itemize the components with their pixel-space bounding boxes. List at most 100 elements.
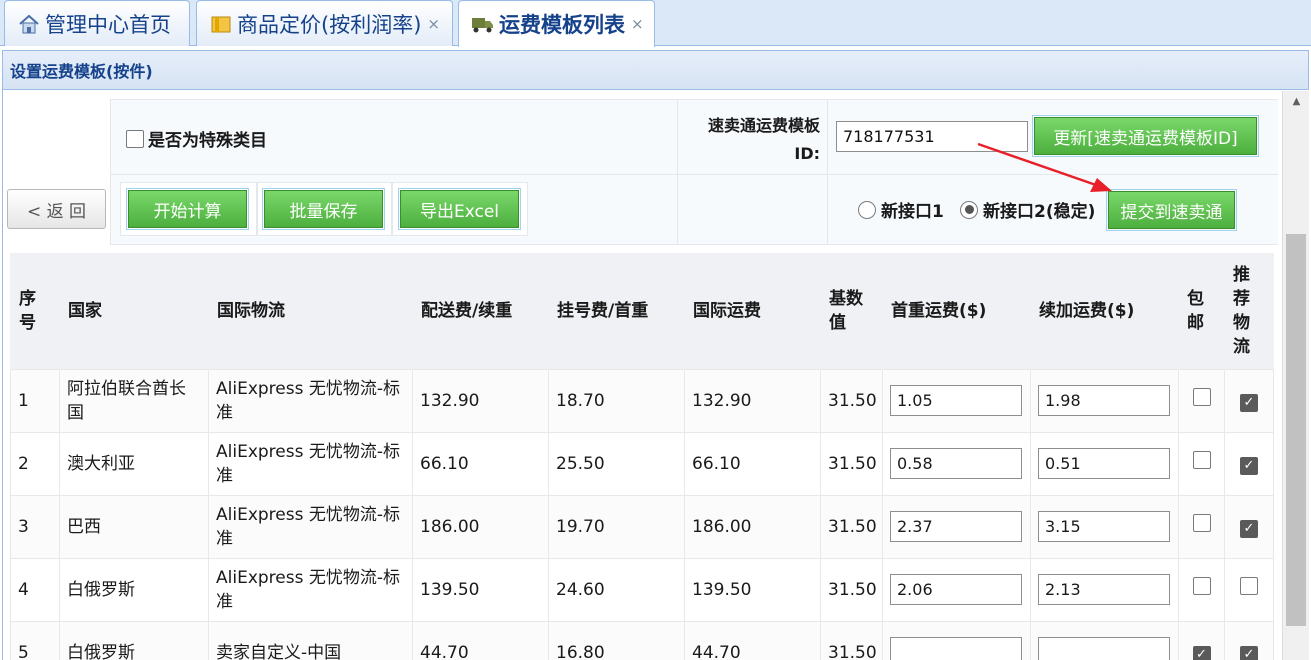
cell-delivery-fee: 139.50: [412, 557, 549, 622]
table-header-row: 序号 国家 国际物流 配送费/续重 挂号费/首重 国际运费 基数值 首重运费($…: [10, 253, 1274, 369]
batch-save-button[interactable]: 批量保存: [262, 188, 385, 230]
template-id-label-line1: 速卖通运费模板: [707, 116, 820, 135]
cell-register-fee: 16.80: [548, 620, 685, 660]
tab-shipping-templates[interactable]: 运费模板列表 ×: [458, 0, 655, 47]
template-id-value: 718177531: [843, 127, 935, 146]
radio-api1-label: 新接口1: [881, 202, 944, 222]
first-weight-input[interactable]: [890, 637, 1022, 660]
extra-weight-input[interactable]: 3.15: [1038, 511, 1170, 542]
header-country: 国家: [59, 253, 209, 369]
free-ship-checkbox[interactable]: ✓: [1192, 645, 1211, 660]
header-register-fee: 挂号费/首重: [548, 253, 685, 369]
cell-register-fee: 18.70: [548, 368, 685, 433]
cell-delivery-fee: 66.10: [412, 431, 549, 496]
radio-api1-circle[interactable]: [858, 200, 876, 219]
radio-api2[interactable]: 新接口2(稳定): [960, 197, 1095, 222]
cell-intl-fee: 44.70: [684, 620, 821, 660]
shipping-fee-table: 序号 国家 国际物流 配送费/续重 挂号费/首重 国际运费 基数值 首重运费($…: [10, 253, 1274, 660]
first-weight-input[interactable]: 0.58: [890, 448, 1022, 479]
table-row: 2 澳大利亚 AliExpress 无忧物流-标准 66.10 25.50 66…: [10, 431, 1274, 496]
tab-shipping-templates-label: 运费模板列表: [499, 13, 625, 37]
cell-country: 阿拉伯联合酋长国: [59, 368, 209, 433]
extra-weight-input[interactable]: 2.13: [1038, 574, 1170, 605]
vertical-scrollbar[interactable]: ▲: [1282, 91, 1309, 660]
cell-index: 1: [10, 368, 60, 433]
cell-intl-fee: 186.00: [684, 494, 821, 559]
close-icon[interactable]: ×: [427, 15, 440, 33]
cell-logistics: AliExpress 无忧物流-标准: [208, 431, 413, 496]
header-intl-fee: 国际运费: [684, 253, 821, 369]
special-category-checkbox[interactable]: 是否为特殊类目: [126, 126, 267, 151]
extra-weight-input[interactable]: [1038, 637, 1170, 660]
table-row: 1 阿拉伯联合酋长国 AliExpress 无忧物流-标准 132.90 18.…: [10, 368, 1274, 433]
recommend-checkbox[interactable]: ✓: [1240, 393, 1258, 412]
special-category-box[interactable]: [126, 129, 144, 148]
header-logistics: 国际物流: [208, 253, 413, 369]
template-id-label-line2: ID:: [794, 144, 820, 163]
recommend-checkbox[interactable]: ✓: [1240, 456, 1258, 475]
cell-register-fee: 24.60: [548, 557, 685, 622]
cell-index: 2: [10, 431, 60, 496]
header-index: 序号: [10, 253, 60, 369]
back-button[interactable]: < 返 回: [7, 189, 106, 229]
start-calc-button[interactable]: 开始计算: [126, 188, 249, 230]
cell-base: 31.50: [820, 494, 883, 559]
free-ship-checkbox[interactable]: [1192, 577, 1211, 595]
scroll-up-icon[interactable]: ▲: [1283, 91, 1310, 111]
cell-country: 白俄罗斯: [59, 557, 209, 622]
submit-to-aliexpress-button[interactable]: 提交到速卖通: [1106, 189, 1237, 231]
home-icon: [17, 13, 41, 35]
update-template-id-button[interactable]: 更新[速卖通运费模板ID]: [1032, 115, 1259, 157]
cell-index: 4: [10, 557, 60, 622]
radio-api2-circle[interactable]: [960, 200, 978, 219]
cell-register-fee: 25.50: [548, 431, 685, 496]
close-icon[interactable]: ×: [631, 15, 644, 33]
cell-logistics: AliExpress 无忧物流-标准: [208, 557, 413, 622]
first-weight-input[interactable]: 2.06: [890, 574, 1022, 605]
header-delivery-fee: 配送费/续重: [412, 253, 549, 369]
cell-country: 白俄罗斯: [59, 620, 209, 660]
tab-pricing-label: 商品定价(按利润率): [237, 12, 422, 37]
first-weight-input[interactable]: 2.37: [890, 511, 1022, 542]
header-base: 基数值: [820, 253, 883, 369]
cell-logistics: AliExpress 无忧物流-标准: [208, 494, 413, 559]
cell-intl-fee: 132.90: [684, 368, 821, 433]
cell-logistics: AliExpress 无忧物流-标准: [208, 368, 413, 433]
panel-title: 设置运费模板(按件): [2, 50, 1309, 90]
tab-home[interactable]: 管理中心首页: [4, 0, 190, 46]
tab-pricing[interactable]: 商品定价(按利润率) ×: [196, 0, 453, 46]
radio-api1[interactable]: 新接口1: [858, 197, 944, 222]
extra-weight-input[interactable]: 1.98: [1038, 385, 1170, 416]
cell-register-fee: 19.70: [548, 494, 685, 559]
truck-icon: [471, 13, 495, 35]
header-free-ship: 包邮: [1178, 253, 1225, 369]
recommend-checkbox[interactable]: ✓: [1240, 519, 1258, 538]
cell-intl-fee: 139.50: [684, 557, 821, 622]
cell-intl-fee: 66.10: [684, 431, 821, 496]
export-excel-button[interactable]: 导出Excel: [398, 188, 521, 230]
cell-index: 5: [10, 620, 60, 660]
radio-api2-label: 新接口2(稳定): [983, 202, 1096, 222]
cell-country: 澳大利亚: [59, 431, 209, 496]
first-weight-input[interactable]: 1.05: [890, 385, 1022, 416]
cell-delivery-fee: 186.00: [412, 494, 549, 559]
folder-icon: [209, 13, 233, 35]
template-id-input[interactable]: 718177531: [836, 121, 1028, 152]
free-ship-checkbox[interactable]: [1192, 388, 1211, 406]
cell-index: 3: [10, 494, 60, 559]
free-ship-checkbox[interactable]: [1192, 451, 1211, 469]
tab-home-label: 管理中心首页: [45, 12, 171, 37]
recommend-checkbox[interactable]: ✓: [1240, 645, 1258, 660]
header-extra-weight: 续加运费($): [1030, 253, 1179, 369]
special-category-label: 是否为特殊类目: [148, 131, 267, 151]
scrollbar-thumb[interactable]: [1286, 234, 1306, 626]
recommend-checkbox[interactable]: [1240, 577, 1258, 595]
cell-delivery-fee: 132.90: [412, 368, 549, 433]
tab-strip: 管理中心首页 商品定价(按利润率) × 运费模板列表 ×: [0, 0, 1311, 47]
header-recommend: 推荐物流: [1224, 253, 1274, 369]
cell-logistics: 卖家自定义-中国: [208, 620, 413, 660]
cell-base: 31.50: [820, 620, 883, 660]
free-ship-checkbox[interactable]: [1192, 514, 1211, 532]
cell-delivery-fee: 44.70: [412, 620, 549, 660]
extra-weight-input[interactable]: 0.51: [1038, 448, 1170, 479]
